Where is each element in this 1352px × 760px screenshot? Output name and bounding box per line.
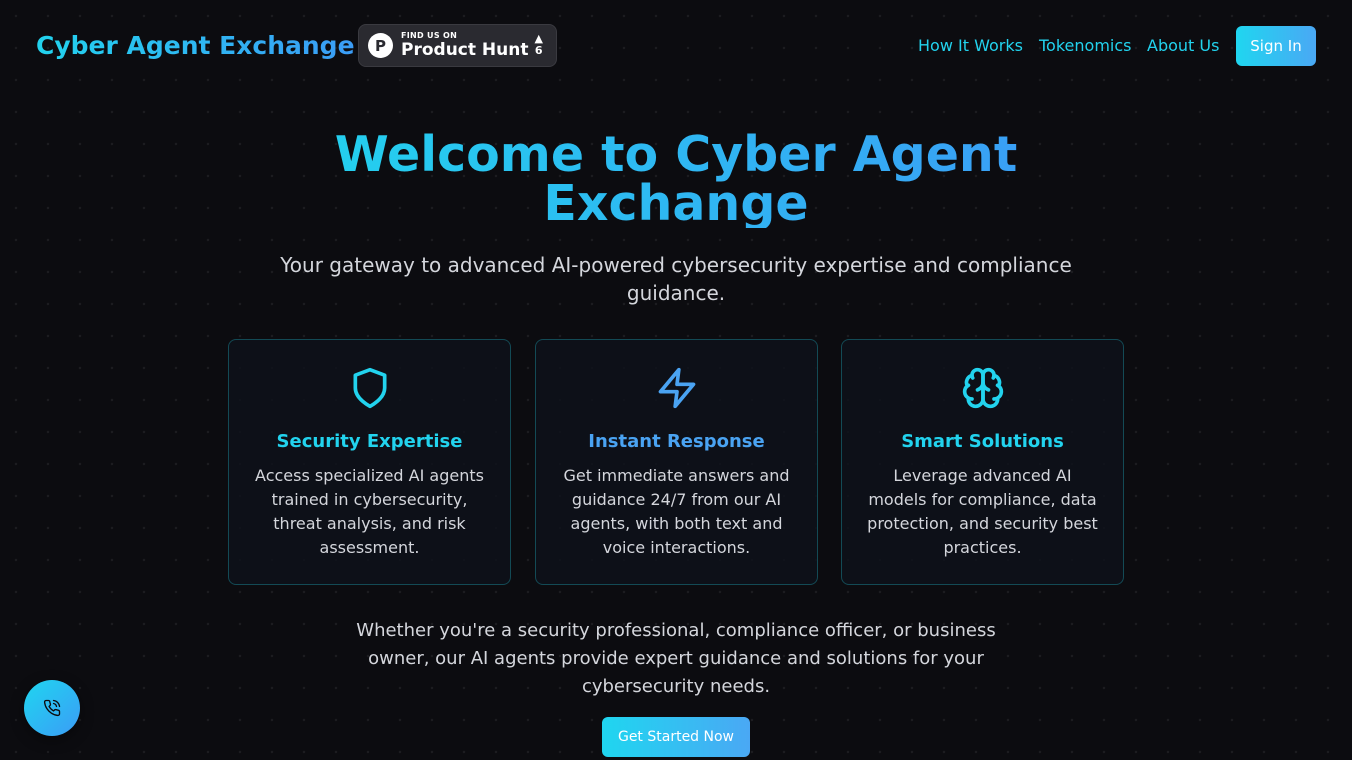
- product-hunt-small-label: FIND US ON: [401, 31, 458, 40]
- brain-icon: [962, 367, 1003, 409]
- phone-icon: [43, 699, 61, 717]
- feature-description: Get immediate answers and guidance 24/7 …: [563, 466, 790, 557]
- product-hunt-badge[interactable]: P FIND US ON Product Hunt ▲ 6: [358, 24, 557, 67]
- feature-title: Security Expertise: [276, 431, 463, 452]
- feature-card-response: Instant Response Get immediate answers a…: [535, 339, 818, 585]
- hero-subtitle: Your gateway to advanced AI-powered cybe…: [280, 253, 1072, 305]
- feature-title: Instant Response: [588, 431, 765, 452]
- closing-text: Whether you're a security professional, …: [356, 620, 996, 697]
- product-hunt-logo-icon: P: [368, 33, 393, 58]
- lightning-icon: [658, 367, 695, 409]
- feature-description: Access specialized AI agents trained in …: [255, 466, 484, 557]
- feature-card-security: Security Expertise Access specialized AI…: [228, 339, 511, 585]
- upvote-arrow-icon: ▲: [534, 32, 543, 45]
- product-hunt-text: FIND US ON Product Hunt: [401, 31, 528, 60]
- site-logo[interactable]: Cyber Agent Exchange: [36, 30, 355, 62]
- sign-in-button[interactable]: Sign In: [1236, 26, 1316, 66]
- hero-title: Welcome to Cyber Agent Exchange: [276, 130, 1076, 228]
- nav-how-it-works[interactable]: How It Works: [918, 36, 1023, 56]
- upvote-count: 6: [534, 44, 543, 57]
- feature-card-solutions: Smart Solutions Leverage advanced AI mod…: [841, 339, 1124, 585]
- product-hunt-label: Product Hunt: [401, 40, 529, 60]
- site-header: Cyber Agent Exchange P FIND US ON Produc…: [0, 0, 1352, 92]
- nav-tokenomics[interactable]: Tokenomics: [1039, 36, 1131, 56]
- voice-call-button[interactable]: [24, 680, 80, 736]
- product-hunt-upvotes: ▲ 6: [534, 33, 542, 58]
- nav-about-us[interactable]: About Us: [1147, 36, 1219, 56]
- get-started-button[interactable]: Get Started Now: [602, 717, 750, 757]
- feature-title: Smart Solutions: [901, 431, 1064, 452]
- shield-icon: [353, 367, 386, 409]
- feature-description: Leverage advanced AI models for complian…: [867, 466, 1098, 557]
